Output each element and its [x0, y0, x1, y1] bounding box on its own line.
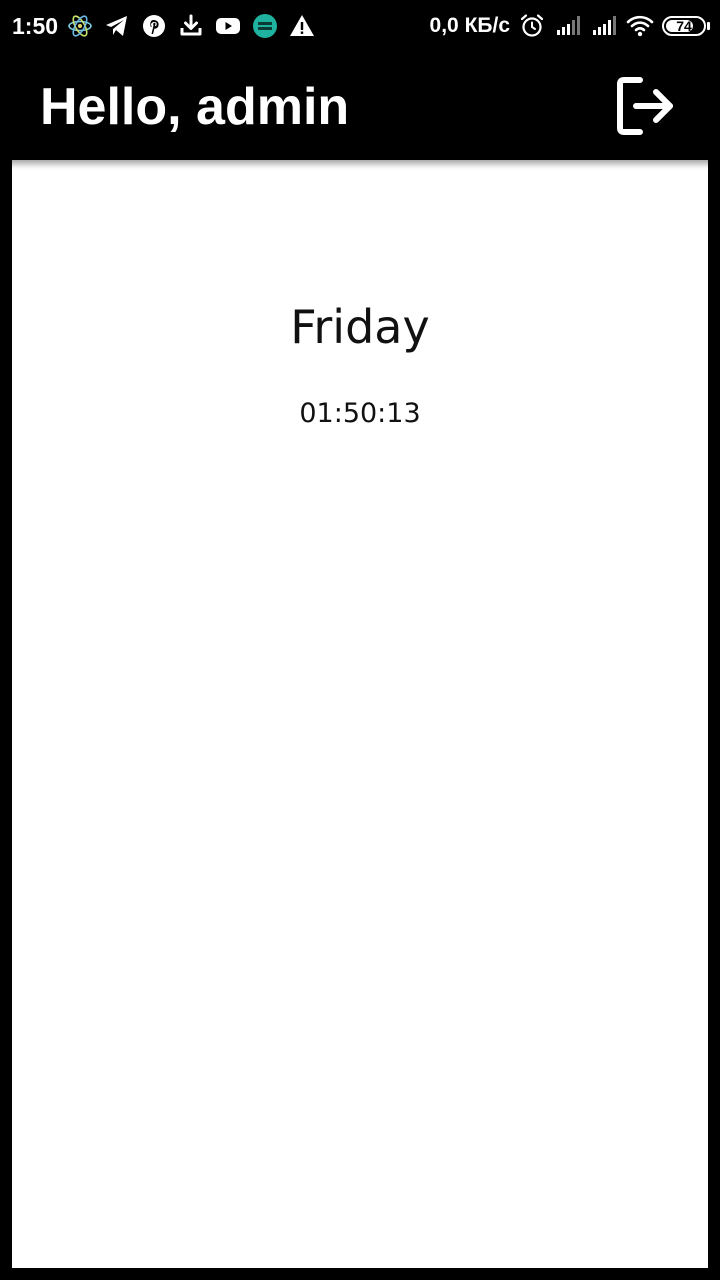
warning-icon — [290, 15, 314, 36]
day-label: Friday — [290, 300, 430, 354]
signal-icon — [557, 16, 580, 35]
battery-tip — [707, 22, 710, 30]
network-speed: 0,0 КБ/с — [429, 14, 510, 37]
youtube-icon — [216, 18, 240, 34]
app-screen: 1:50 0,0 КБ/с 74 Hello, admin Friday 01:… — [0, 0, 720, 1280]
logout-icon — [617, 77, 673, 135]
app-bar: Hello, admin — [0, 52, 720, 160]
wifi-icon — [626, 15, 654, 37]
battery-icon: 74 — [662, 16, 706, 36]
status-bar: 1:50 0,0 КБ/с 74 — [0, 0, 720, 52]
status-time: 1:50 — [12, 13, 59, 39]
system-status: 0,0 КБ/с 74 — [430, 10, 710, 42]
signal-icon — [593, 16, 616, 35]
telegram-icon — [106, 16, 127, 36]
download-icon — [180, 14, 202, 36]
clock-time: 01:50:13 — [299, 398, 421, 429]
atom-icon — [68, 15, 92, 37]
pinterest-icon — [143, 15, 165, 37]
notification-icons — [66, 10, 316, 42]
alarm-icon — [520, 14, 544, 37]
logout-button[interactable] — [610, 70, 682, 142]
page-title: Hello, admin — [40, 78, 350, 136]
main-content: Friday 01:50:13 — [12, 160, 708, 1268]
anybooks-icon — [253, 14, 277, 38]
battery-level: 74 — [676, 18, 692, 34]
